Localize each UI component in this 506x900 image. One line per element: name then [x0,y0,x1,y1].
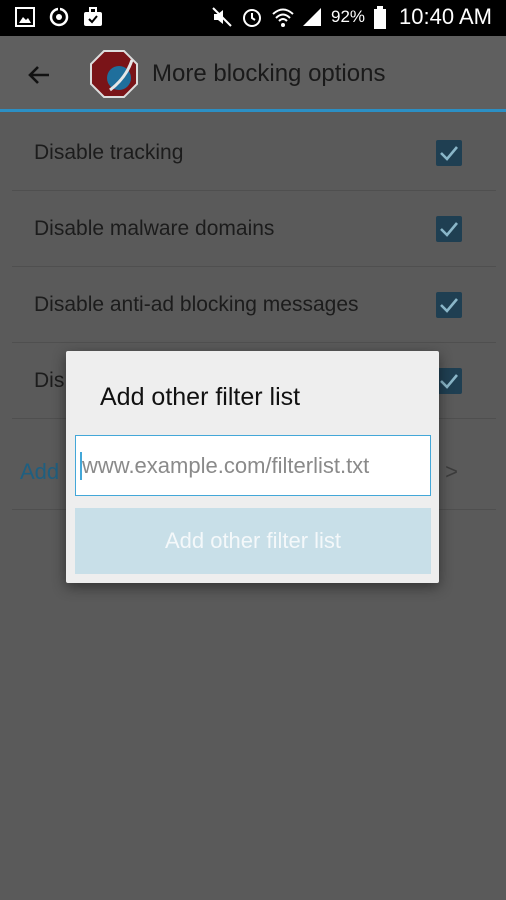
alarm-icon [241,6,263,28]
app-bar: More blocking options [0,36,506,112]
app-logo-icon [88,48,140,100]
text-cursor [80,452,82,480]
back-button[interactable] [22,58,56,92]
signal-icon [301,6,323,28]
filter-list-url-input[interactable] [75,435,431,496]
check-icon [440,146,458,161]
page-title: More blocking options [152,60,386,87]
sync-icon [48,6,70,28]
check-icon [440,298,458,313]
checkbox-disable-anti-ad-blocking[interactable] [436,292,462,318]
wifi-icon [271,6,294,28]
option-row-disable-tracking[interactable]: Disable tracking [12,115,496,191]
check-icon [440,374,458,389]
status-bar: 92% 10:40 AM [0,0,506,36]
status-bar-notifications [14,6,104,28]
battery-percent: 92% [331,7,366,26]
option-label: Dis [34,369,65,392]
checkbox-disable-malware-domains[interactable] [436,216,462,242]
mute-icon [211,6,233,28]
checkbox-disable-tracking[interactable] [436,140,462,166]
option-label: Disable tracking [34,141,184,164]
option-label: Disable malware domains [34,217,275,240]
chevron-right-icon: > [445,459,458,484]
option-label: Disable anti-ad blocking messages [34,293,359,316]
battery-icon [373,6,387,29]
option-row-disable-malware-domains[interactable]: Disable malware domains [12,191,496,267]
status-bar-system: 92% 10:40 AM [211,4,492,30]
gallery-icon [14,6,36,28]
checkbox-partial[interactable] [436,368,462,394]
arrow-back-icon [28,66,49,84]
dialog-title: Add other filter list [100,383,301,411]
check-icon [440,222,458,237]
add-filter-list-dialog: Add other filter list Add other filter l… [66,351,439,583]
add-filter-list-label: Add [20,459,60,484]
option-row-disable-anti-ad-blocking[interactable]: Disable anti-ad blocking messages [12,267,496,343]
clock: 10:40 AM [399,4,492,29]
add-filter-list-button[interactable]: Add other filter list [75,508,431,574]
briefcase-icon [82,6,104,28]
